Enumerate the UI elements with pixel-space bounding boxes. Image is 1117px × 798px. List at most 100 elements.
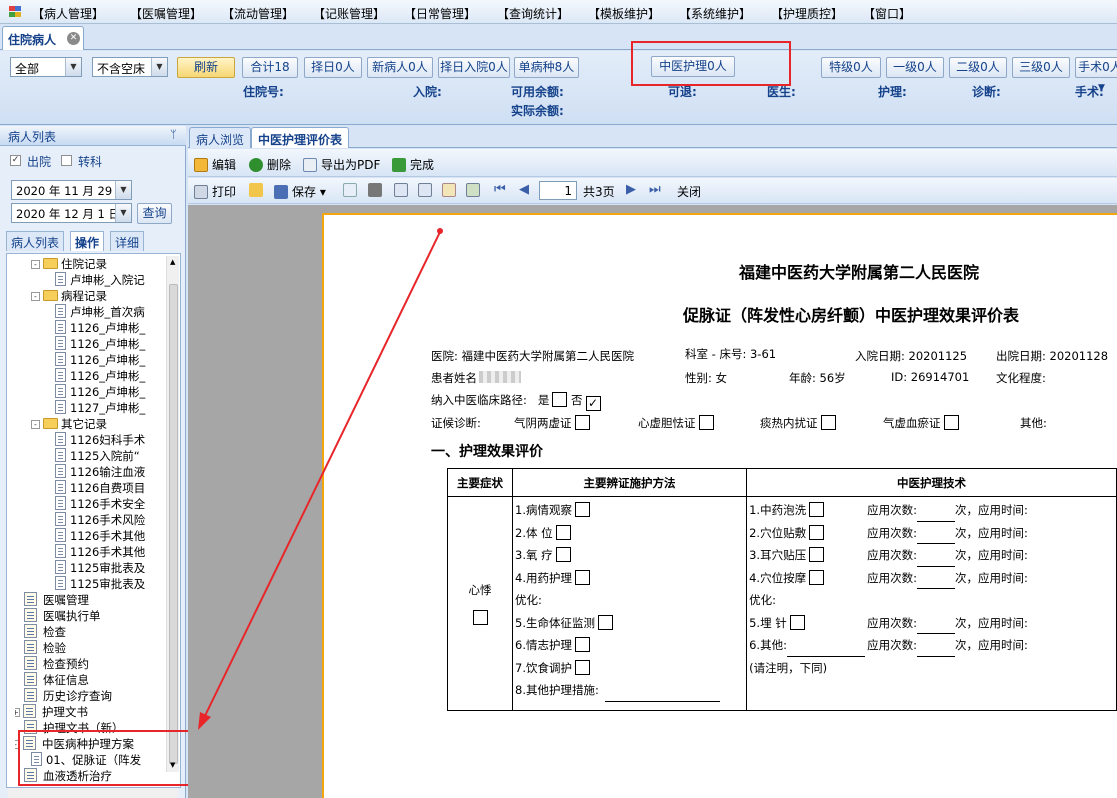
use-count-field[interactable]	[916, 645, 955, 657]
tree-item[interactable]: 1126妇科手术	[55, 432, 165, 448]
symptom-checkbox[interactable]	[472, 609, 488, 625]
refresh-button[interactable]: 刷新	[177, 57, 235, 78]
special-level-button[interactable]: 特级0人	[821, 57, 881, 78]
open-button[interactable]	[249, 183, 267, 197]
date-to-picker[interactable]: 2020 年 12 月 1 日 ▼	[11, 203, 132, 223]
tab-patient-browse[interactable]: 病人浏览	[189, 127, 252, 148]
last-page-icon[interactable]: ⏭	[649, 182, 661, 197]
tree-item[interactable]: 1126自费项目	[55, 480, 165, 496]
single-disease-button[interactable]: 单病种8人	[514, 57, 579, 78]
checkbox[interactable]	[574, 569, 590, 585]
total-button[interactable]: 合计18	[242, 57, 298, 78]
save-button[interactable]: 保存 ▾	[274, 183, 326, 200]
checkbox[interactable]	[574, 637, 590, 652]
other-measure-field[interactable]	[604, 690, 720, 702]
diag-option[interactable]: 痰热内扰证	[760, 415, 836, 431]
tree-item[interactable]: 医嘱管理	[15, 592, 165, 608]
pin-icon[interactable]: ᛘ	[170, 128, 177, 141]
select-out-button[interactable]: 择日0人	[304, 57, 362, 78]
collapse-icon[interactable]: -	[31, 420, 40, 429]
first-page-icon[interactable]: ⏮	[494, 182, 506, 197]
tree-item[interactable]: 1126输注血液	[55, 464, 165, 480]
checkbox[interactable]	[574, 659, 590, 675]
level1-button[interactable]: 一级0人	[886, 57, 944, 78]
tree-item[interactable]: 1126手术风险	[55, 512, 165, 528]
menu-flow[interactable]: 【流动管理】	[222, 5, 294, 22]
tree-item[interactable]: 历史诊疗查询	[15, 688, 165, 704]
checkbox[interactable]	[574, 502, 590, 517]
tree-item[interactable]: 1126手术其他	[55, 544, 165, 560]
checkbox[interactable]	[809, 502, 825, 517]
chevron-down-icon[interactable]: ▼	[151, 58, 167, 76]
menu-billing[interactable]: 【记账管理】	[313, 5, 385, 22]
menu-patient[interactable]: 【病人管理】	[32, 5, 104, 22]
tree-item[interactable]: 1126_卢坤彬_	[55, 320, 165, 336]
edit-button[interactable]: 编辑	[194, 156, 236, 173]
menu-daily[interactable]: 【日常管理】	[404, 5, 476, 22]
chevron-down-icon[interactable]: ▼	[65, 58, 81, 76]
discharge-checkbox[interactable]: ✓	[10, 155, 21, 166]
surgery-button[interactable]: 手术0人	[1075, 57, 1117, 78]
tree-item[interactable]: 检验	[15, 640, 165, 656]
ward-select[interactable]: 全部 ▼	[10, 57, 82, 77]
prev-page-icon[interactable]: ◀	[519, 182, 529, 197]
expand-icon[interactable]: ▼	[1098, 83, 1105, 93]
level3-button[interactable]: 三级0人	[1012, 57, 1070, 78]
design-button[interactable]	[442, 183, 460, 197]
checkbox[interactable]	[789, 614, 805, 630]
tree-scrollbar[interactable]: ▲ ▼	[166, 256, 179, 772]
use-count-field[interactable]	[916, 532, 955, 544]
find-button[interactable]	[368, 183, 386, 197]
tree-item[interactable]: 1125入院前“	[55, 448, 165, 464]
tab-inpatient[interactable]: 住院病人 ✕	[2, 26, 84, 50]
other-technique-field[interactable]	[786, 645, 865, 657]
checkbox[interactable]	[943, 415, 959, 430]
tree-item[interactable]: - 病程记录	[31, 288, 165, 304]
tree-item[interactable]: - 住院记录	[31, 256, 165, 272]
checkbox[interactable]	[574, 415, 590, 430]
tree-item[interactable]: 检查	[15, 624, 165, 640]
tree-item[interactable]: 检查预约	[15, 656, 165, 672]
delete-button[interactable]: 删除	[249, 156, 291, 173]
checkbox[interactable]	[555, 524, 571, 540]
tree-item[interactable]: 医嘱执行单	[15, 608, 165, 624]
close-icon[interactable]: ✕	[67, 32, 80, 45]
tab-detail[interactable]: 详细	[110, 231, 145, 251]
use-count-field[interactable]	[916, 510, 955, 522]
checkbox[interactable]	[698, 415, 714, 430]
menu-orders[interactable]: 【医嘱管理】	[130, 5, 202, 22]
close-button[interactable]: 关闭	[677, 183, 701, 200]
zoom-button[interactable]	[418, 183, 436, 197]
use-count-field[interactable]	[916, 622, 955, 634]
tree-item[interactable]: 1126_卢坤彬_	[55, 336, 165, 352]
date-from-picker[interactable]: 2020 年 11 月 29 ▼	[11, 180, 132, 200]
tree-item[interactable]: 卢坤彬_首次病	[55, 304, 165, 320]
tree-item[interactable]: 1127_卢坤彬_	[55, 400, 165, 416]
next-page-icon[interactable]: ▶	[626, 182, 636, 197]
tab-patient-list[interactable]: 病人列表	[6, 231, 65, 251]
tree-item[interactable]: 1126_卢坤彬_	[55, 352, 165, 368]
tab-operation[interactable]: 操作	[70, 231, 105, 251]
tree-item[interactable]: 1126手术其他	[55, 528, 165, 544]
tree-item[interactable]: 1125审批表及	[55, 560, 165, 576]
tree-item[interactable]: 卢坤彬_入院记	[55, 272, 165, 288]
query-button[interactable]: 查询	[137, 203, 172, 224]
page-number-input[interactable]: 1	[539, 181, 577, 200]
chevron-down-icon[interactable]: ▼	[115, 204, 131, 222]
tree-item[interactable]: 1126_卢坤彬_	[55, 384, 165, 400]
use-count-field[interactable]	[916, 555, 955, 567]
checkbox[interactable]	[555, 547, 571, 562]
tree-item[interactable]: 1125审批表及	[55, 576, 165, 592]
checkbox[interactable]	[809, 569, 825, 585]
collapse-icon[interactable]: -	[31, 260, 40, 269]
email-button[interactable]	[343, 183, 361, 197]
bed-select[interactable]: 不含空床 ▼	[92, 57, 168, 77]
tree-item[interactable]: - 其它记录	[31, 416, 165, 432]
checkbox[interactable]	[597, 614, 613, 630]
new-patient-button[interactable]: 新病人0人	[367, 57, 433, 78]
collapse-icon[interactable]: -	[31, 292, 40, 301]
outline-button[interactable]	[394, 183, 412, 197]
pathway-yes-checkbox[interactable]	[552, 392, 568, 407]
pathway-no-checkbox[interactable]: ✓	[585, 396, 601, 411]
tree-item[interactable]: 体征信息	[15, 672, 165, 688]
